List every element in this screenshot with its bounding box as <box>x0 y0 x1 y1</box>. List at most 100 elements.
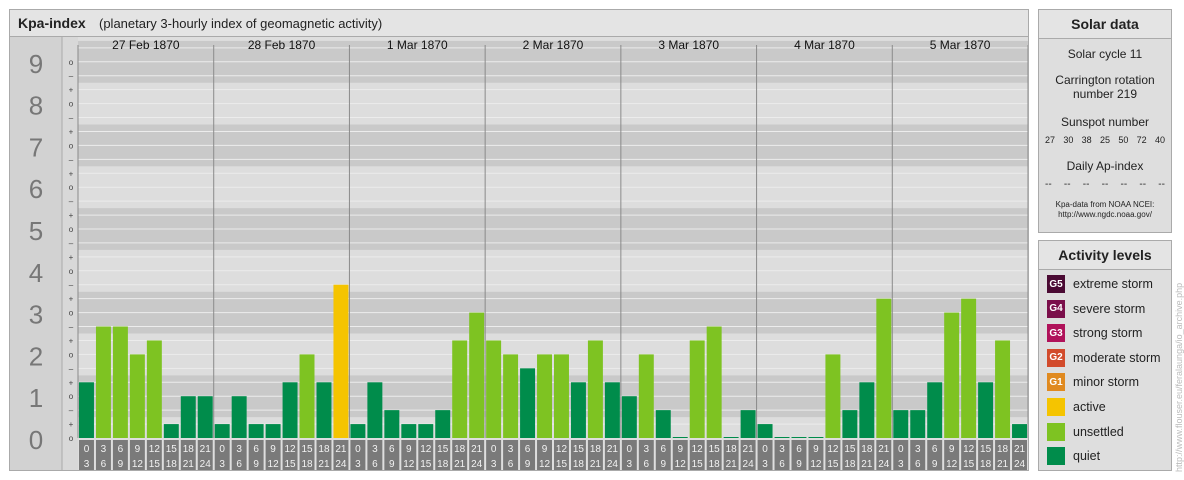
interval-start-label: 9 <box>542 444 548 455</box>
sunspot-value: 27 <box>1045 135 1056 145</box>
legend-item-severe-storm: G4 severe storm <box>1047 299 1145 318</box>
interval-end-label: 24 <box>335 459 347 470</box>
interval-end-label: 6 <box>644 459 650 470</box>
y-tick-label: 1 <box>29 383 43 413</box>
interval-start-label: 21 <box>743 444 755 455</box>
y-subtick-label: o <box>69 225 74 234</box>
y-subtick-label: o <box>69 350 74 359</box>
ap-index-value: -- <box>1063 179 1071 190</box>
chart-title: Kpa-index <box>18 15 86 31</box>
day-label: 28 Feb 1870 <box>248 38 316 52</box>
interval-start-label: 3 <box>372 444 378 455</box>
y-subtick-label: + <box>69 253 74 262</box>
y-subtick-label: + <box>69 86 74 95</box>
legend-item-moderate-storm: G2 moderate storm <box>1047 348 1161 367</box>
interval-start-label: 6 <box>118 444 124 455</box>
y-tick-label: 3 <box>29 300 43 330</box>
interval-end-label: 15 <box>827 459 839 470</box>
y-subtick-label: o <box>69 434 74 443</box>
y-tick-label: 7 <box>29 132 43 162</box>
kp-bar <box>163 424 179 438</box>
data-source-line1: Kpa-data from NOAA NCEI: <box>1055 200 1155 209</box>
y-subtick-label: – <box>69 323 74 332</box>
kp-bar <box>452 340 468 438</box>
ap-index-title: Daily Ap-index <box>1066 159 1144 173</box>
interval-end-label: 18 <box>709 459 721 470</box>
interval-end-label: 24 <box>200 459 212 470</box>
interval-end-label: 18 <box>301 459 313 470</box>
sunspot-value: 38 <box>1081 135 1092 145</box>
legend-swatch: G3 <box>1047 324 1065 343</box>
interval-start-label: 12 <box>963 444 975 455</box>
kp-bar <box>825 354 841 438</box>
interval-end-label: 6 <box>236 459 242 470</box>
interval-end-label: 3 <box>898 459 904 470</box>
interval-start-label: 9 <box>406 444 412 455</box>
day-label: 2 Mar 1870 <box>523 38 584 52</box>
interval-start-label: 0 <box>898 444 904 455</box>
y-subtick-label: o <box>69 141 74 150</box>
day-label: 27 Feb 1870 <box>112 38 180 52</box>
kp-bar <box>587 340 603 438</box>
interval-end-label: 9 <box>253 459 259 470</box>
interval-start-label: 12 <box>284 444 296 455</box>
legend-label: minor storm <box>1073 375 1139 390</box>
interval-start-label: 15 <box>709 444 721 455</box>
interval-end-label: 21 <box>590 459 602 470</box>
interval-end-label: 21 <box>183 459 195 470</box>
interval-end-label: 9 <box>932 459 938 470</box>
interval-end-label: 9 <box>796 459 802 470</box>
interval-start-label: 21 <box>471 444 483 455</box>
interval-end-label: 9 <box>525 459 531 470</box>
interval-start-label: 15 <box>301 444 313 455</box>
carrington-rotation-line1: Carrington rotation <box>1055 73 1155 87</box>
interval-start-label: 6 <box>796 444 802 455</box>
interval-start-label: 3 <box>236 444 242 455</box>
day-label: 4 Mar 1870 <box>794 38 855 52</box>
interval-end-label: 12 <box>403 459 415 470</box>
data-source-link[interactable]: http://www.ngdc.noaa.gov/ <box>1039 210 1171 220</box>
kp-bar <box>740 410 756 438</box>
kp-bar <box>418 424 434 438</box>
legend-swatch <box>1047 422 1065 441</box>
interval-start-label: 18 <box>997 444 1009 455</box>
interval-start-label: 18 <box>454 444 466 455</box>
kp-bar <box>435 410 451 438</box>
legend-swatch: G2 <box>1047 348 1065 367</box>
data-source: Kpa-data from NOAA NCEI: http://www.ngdc… <box>1039 200 1171 220</box>
y-subtick-label: – <box>69 197 74 206</box>
y-subtick-label: + <box>69 295 74 304</box>
interval-end-label: 15 <box>556 459 568 470</box>
y-tick-label: 6 <box>29 174 43 204</box>
y-subtick-label: + <box>69 378 74 387</box>
interval-start-label: 0 <box>355 444 361 455</box>
legend-swatch <box>1047 398 1065 416</box>
y-subtick-label: o <box>69 267 74 276</box>
kp-bar <box>554 354 569 438</box>
interval-start-label: 0 <box>219 444 225 455</box>
kp-bar <box>689 340 705 438</box>
kp-bar <box>129 354 145 438</box>
day-label: 1 Mar 1870 <box>387 38 448 52</box>
interval-start-label: 9 <box>949 444 955 455</box>
interval-end-label: 21 <box>454 459 466 470</box>
interval-end-label: 21 <box>726 459 738 470</box>
interval-end-label: 3 <box>355 459 361 470</box>
interval-start-label: 21 <box>200 444 212 455</box>
interval-end-label: 3 <box>219 459 225 470</box>
kp-bar <box>621 396 637 438</box>
kp-bar <box>961 298 977 438</box>
interval-end-label: 6 <box>101 459 107 470</box>
interval-end-label: 12 <box>675 459 687 470</box>
legend-swatch: G4 <box>1047 299 1065 318</box>
interval-end-label: 6 <box>779 459 785 470</box>
interval-end-label: 6 <box>915 459 921 470</box>
interval-start-label: 0 <box>491 444 497 455</box>
kp-bar <box>180 396 196 438</box>
interval-end-label: 15 <box>149 459 161 470</box>
kp-bar <box>638 354 654 438</box>
sunspot-value: 30 <box>1063 135 1074 145</box>
interval-end-label: 24 <box>743 459 755 470</box>
interval-start-label: 15 <box>166 444 178 455</box>
interval-end-label: 24 <box>1014 459 1026 470</box>
